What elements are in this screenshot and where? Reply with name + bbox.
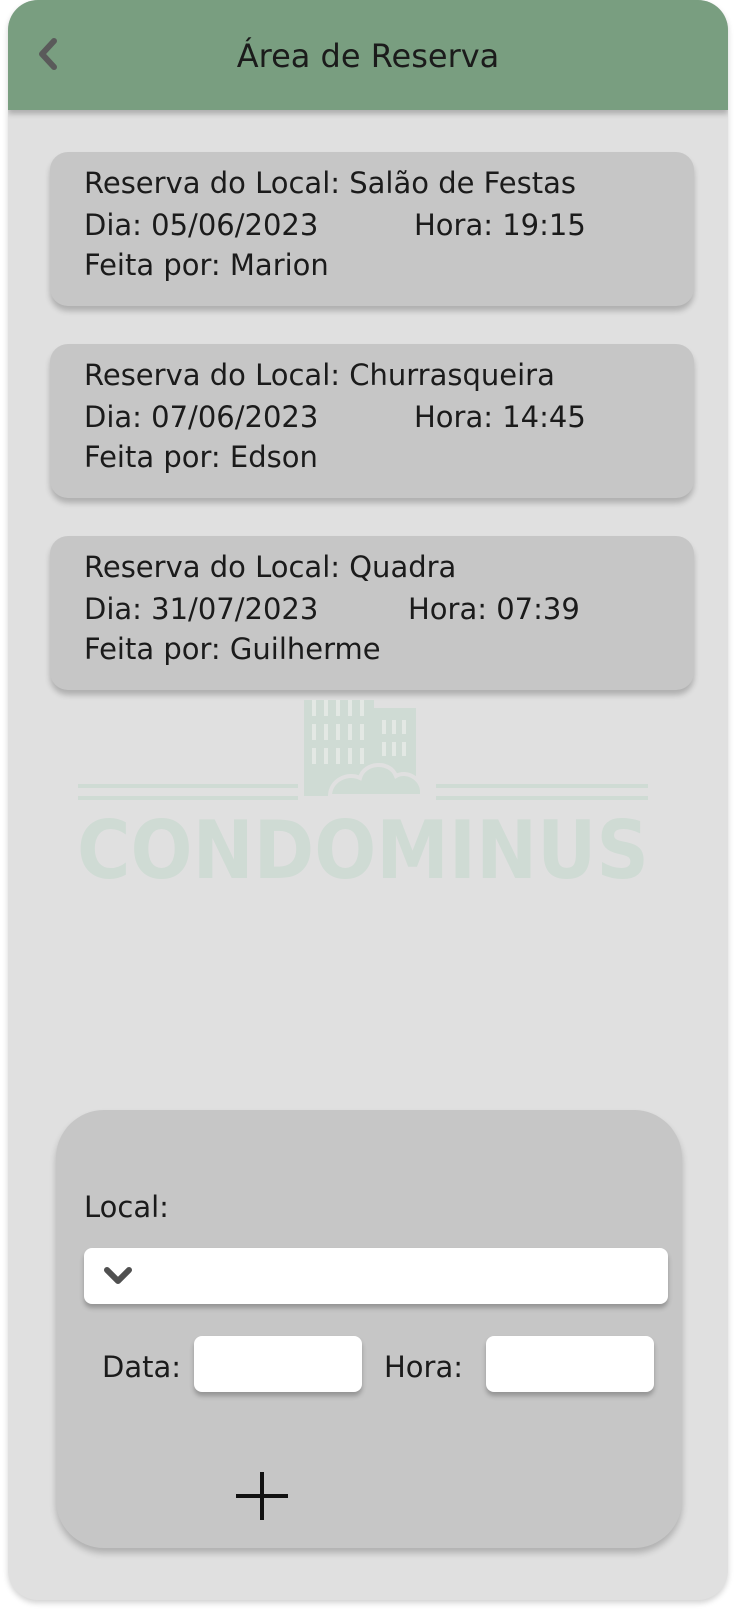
building-icon	[304, 700, 424, 798]
reservation-card[interactable]: Reserva do Local: Quadra Dia: 31/07/2023…	[50, 536, 694, 690]
reservation-author: Feita por: Guilherme	[84, 632, 381, 666]
reservation-author: Feita por: Marion	[84, 248, 329, 282]
reservation-time: Hora: 19:15	[414, 208, 586, 242]
add-reservation-button[interactable]	[234, 1468, 290, 1524]
reservation-local: Reserva do Local: Salão de Festas	[84, 166, 576, 200]
reservation-local: Reserva do Local: Quadra	[84, 550, 457, 584]
header-bar: Área de Reserva	[8, 0, 728, 110]
app-screen: Área de Reserva Reserva do Local: Salão …	[8, 0, 728, 1600]
date-label: Data:	[102, 1350, 182, 1384]
reservation-date: Dia: 05/06/2023	[84, 208, 319, 242]
local-select[interactable]	[84, 1248, 668, 1304]
reservation-author: Feita por: Edson	[84, 440, 318, 474]
page-title: Área de Reserva	[236, 37, 500, 75]
reservation-card[interactable]: Reserva do Local: Churrasqueira Dia: 07/…	[50, 344, 694, 498]
chevron-down-icon	[104, 1267, 132, 1284]
local-label: Local:	[84, 1190, 169, 1224]
time-input[interactable]	[486, 1336, 654, 1392]
back-button[interactable]	[26, 32, 70, 76]
date-input[interactable]	[194, 1336, 362, 1392]
condominus-logo: CONDOMINUS	[77, 700, 649, 897]
time-label: Hora:	[384, 1350, 464, 1384]
watermark-text: CONDOMINUS	[77, 804, 649, 897]
plus-icon	[236, 1472, 288, 1520]
chevron-left-icon	[39, 38, 57, 70]
reservation-date: Dia: 31/07/2023	[84, 592, 319, 626]
reservation-time: Hora: 07:39	[408, 592, 580, 626]
reservation-card[interactable]: Reserva do Local: Salão de Festas Dia: 0…	[50, 152, 694, 306]
reservation-local: Reserva do Local: Churrasqueira	[84, 358, 555, 392]
new-reservation-form: Local: Data: Hora:	[56, 1110, 682, 1548]
reservation-date: Dia: 07/06/2023	[84, 400, 319, 434]
reservation-time: Hora: 14:45	[414, 400, 586, 434]
